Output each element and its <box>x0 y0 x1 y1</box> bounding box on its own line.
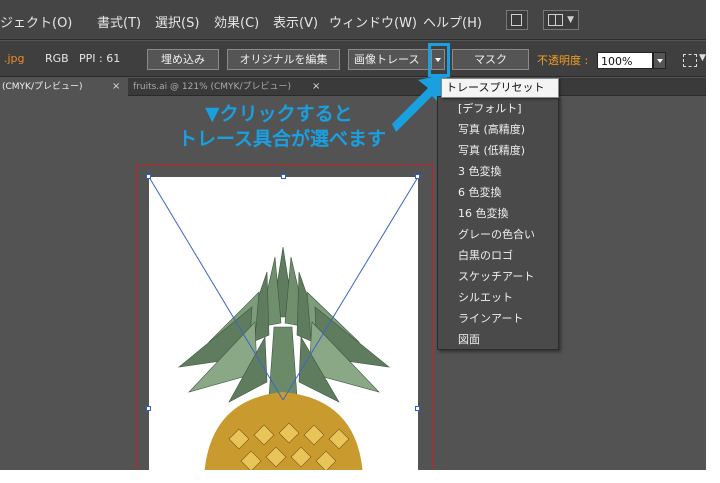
close-icon[interactable]: × <box>312 78 320 96</box>
control-bar: .jpg RGB PPI : 61 埋め込み オリジナルを編集 画像トレース マ… <box>0 41 706 77</box>
preset-photo-high[interactable]: 写真 (高精度) <box>458 120 525 139</box>
annotation-line-1: ▼クリックすると <box>205 103 353 125</box>
menu-help[interactable]: ヘルプ(H) <box>423 12 482 31</box>
preset-shades-of-gray[interactable]: グレーの色合い <box>458 225 535 244</box>
embed-button[interactable]: 埋め込み <box>147 49 219 70</box>
annotation-line-2: トレース具合が選べます <box>178 128 387 150</box>
preset-16-colors[interactable]: 16 色変換 <box>458 204 509 223</box>
chevron-down-icon[interactable]: ▼ <box>699 53 706 63</box>
artboard <box>149 177 418 470</box>
preset-sketched-art[interactable]: スケッチアート <box>458 267 534 286</box>
opacity-label: 不透明度 : <box>537 54 589 67</box>
menu-type[interactable]: 書式(T) <box>97 12 141 31</box>
selection-handle[interactable] <box>415 406 420 411</box>
preset-6-colors[interactable]: 6 色変換 <box>458 183 502 202</box>
close-icon[interactable]: × <box>112 78 120 96</box>
tab-label: (CMYK/プレビュー) <box>2 82 83 92</box>
preset-default[interactable]: [デフォルト] <box>458 99 522 118</box>
preset-silhouettes[interactable]: シルエット <box>458 288 513 307</box>
tab-fruits[interactable]: fruits.ai @ 121% (CMYK/プレビュー) × <box>129 78 329 96</box>
preset-technical-drawing[interactable]: 図面 <box>458 330 480 349</box>
preset-black-white-logo[interactable]: 白黒のロゴ <box>458 246 513 265</box>
arrange-documents-icon[interactable]: ▼ <box>543 10 579 30</box>
opacity-dropdown[interactable] <box>653 52 666 69</box>
selection-handle[interactable] <box>415 174 420 179</box>
menu-effect[interactable]: 効果(C) <box>214 12 259 31</box>
opacity-input[interactable]: 100% <box>597 52 653 69</box>
transform-icon[interactable] <box>683 54 697 67</box>
selection-handle[interactable] <box>281 174 286 179</box>
pineapple-image[interactable] <box>149 177 418 470</box>
trace-preset-menu: [デフォルト] 写真 (高精度) 写真 (低精度) 3 色変換 6 色変換 16… <box>437 96 559 350</box>
selection-handle[interactable] <box>146 406 151 411</box>
bridge-icon[interactable] <box>506 10 528 30</box>
preset-3-colors[interactable]: 3 色変換 <box>458 162 502 181</box>
menu-window[interactable]: ウィンドウ(W) <box>329 12 417 31</box>
menu-bar: ジェクト(O) 書式(T) 選択(S) 効果(C) 表示(V) ウィンドウ(W)… <box>0 0 706 40</box>
mask-button[interactable]: マスク <box>452 49 529 70</box>
preset-photo-low[interactable]: 写真 (低精度) <box>458 141 525 160</box>
tab-document-active[interactable]: (CMYK/プレビュー) × <box>0 78 128 96</box>
ppi-readout: PPI : 61 <box>79 52 121 65</box>
edit-original-button[interactable]: オリジナルを編集 <box>227 49 340 70</box>
file-extension: .jpg <box>4 52 25 65</box>
preset-line-art[interactable]: ラインアート <box>458 309 523 328</box>
chevron-down-icon <box>657 59 663 63</box>
color-mode: RGB <box>45 52 69 65</box>
menu-view[interactable]: 表示(V) <box>273 12 318 31</box>
illustrator-window: ジェクト(O) 書式(T) 選択(S) 効果(C) 表示(V) ウィンドウ(W)… <box>0 0 706 470</box>
selection-handle[interactable] <box>146 174 151 179</box>
trace-preset-tooltip: トレースプリセット <box>441 78 559 98</box>
document-tabs: (CMYK/プレビュー) × fruits.ai @ 121% (CMYK/プレ… <box>0 78 706 96</box>
tab-label: fruits.ai @ 121% (CMYK/プレビュー) <box>133 82 291 92</box>
menu-select[interactable]: 選択(S) <box>155 12 199 31</box>
menu-object[interactable]: ジェクト(O) <box>0 12 72 31</box>
